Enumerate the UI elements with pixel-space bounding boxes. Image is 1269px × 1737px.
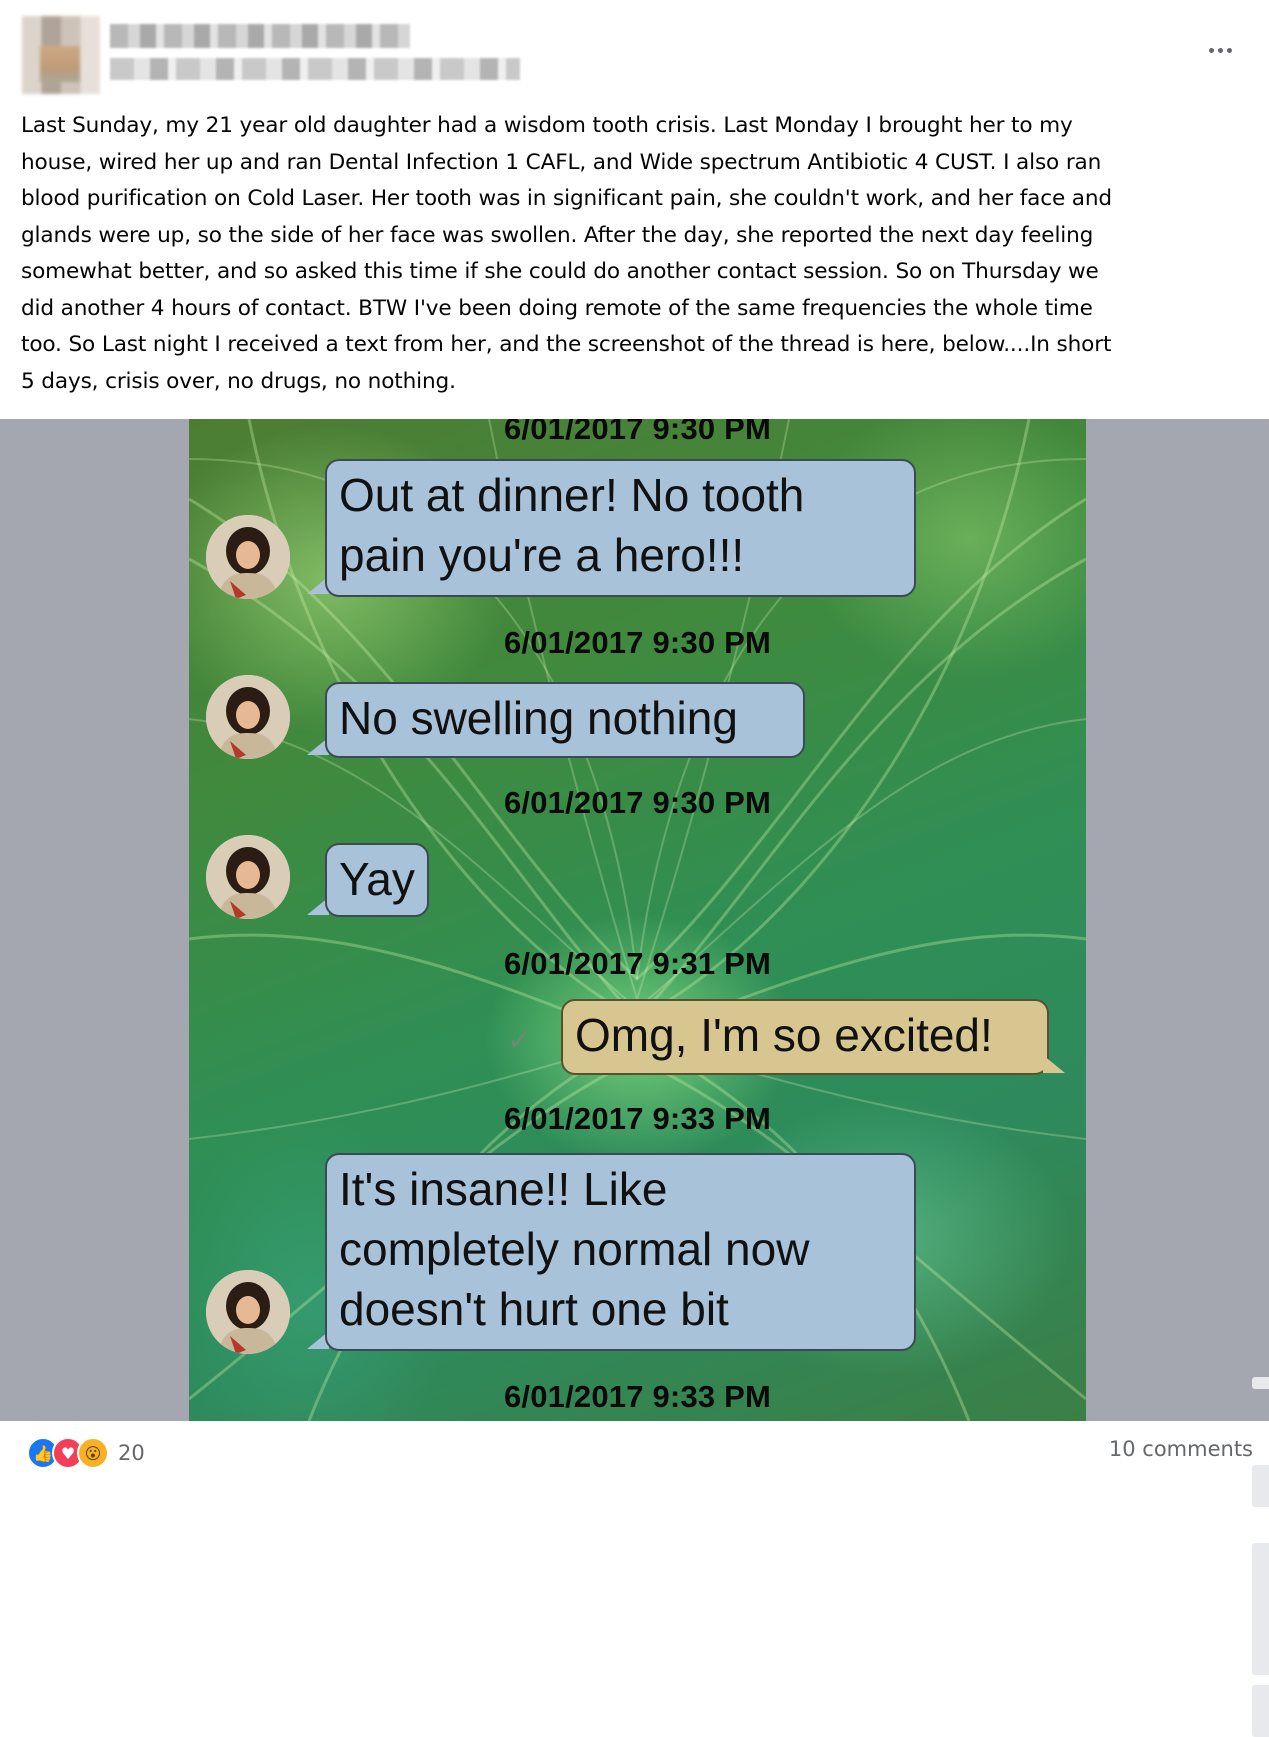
post-image[interactable]: 6/01/2017 9:30 PM Out at dinner! No toot… — [0, 419, 1269, 1737]
post-text: Last Sunday, my 21 year old daughter had… — [21, 113, 1112, 394]
contact-avatar — [206, 675, 290, 759]
timestamp: 6/01/2017 9:33 PM — [503, 1101, 772, 1136]
post-header — [0, 0, 1269, 110]
timestamp: 6/01/2017 9:30 PM — [503, 785, 772, 820]
message-bubble-outgoing: Omg, I'm so excited! — [561, 999, 1049, 1075]
message-bubble-incoming: No swelling nothing — [325, 682, 805, 758]
message-bubble-incoming: Out at dinner! No tooth pain you're a he… — [325, 459, 916, 597]
comments-link[interactable]: 10 comments — [1109, 1437, 1253, 1461]
post-meta — [110, 58, 520, 80]
message-bubble-incoming: Yay — [325, 843, 429, 917]
text-thread-screenshot: 6/01/2017 9:30 PM Out at dinner! No toot… — [189, 419, 1086, 1421]
timestamp: 6/01/2017 9:33 PM — [503, 1379, 772, 1414]
author-name[interactable] — [110, 24, 410, 48]
contact-avatar — [206, 1270, 290, 1354]
bubble-tail — [1043, 1055, 1065, 1073]
contact-avatar — [206, 515, 290, 599]
wow-icon: 😮 — [77, 1437, 109, 1469]
ellipsis-icon[interactable] — [1202, 38, 1238, 62]
author-avatar[interactable] — [22, 16, 100, 94]
contact-avatar — [206, 835, 290, 919]
reaction-count: 20 — [118, 1441, 145, 1465]
timestamp: 6/01/2017 9:30 PM — [503, 419, 772, 446]
scroll-indicator — [1252, 1377, 1269, 1737]
check-icon: ✓ — [507, 1023, 533, 1058]
timestamp: 6/01/2017 9:31 PM — [503, 946, 772, 981]
message-bubble-incoming: It's insane!! Like completely normal now… — [325, 1153, 916, 1351]
timestamp: 6/01/2017 9:30 PM — [503, 625, 772, 660]
